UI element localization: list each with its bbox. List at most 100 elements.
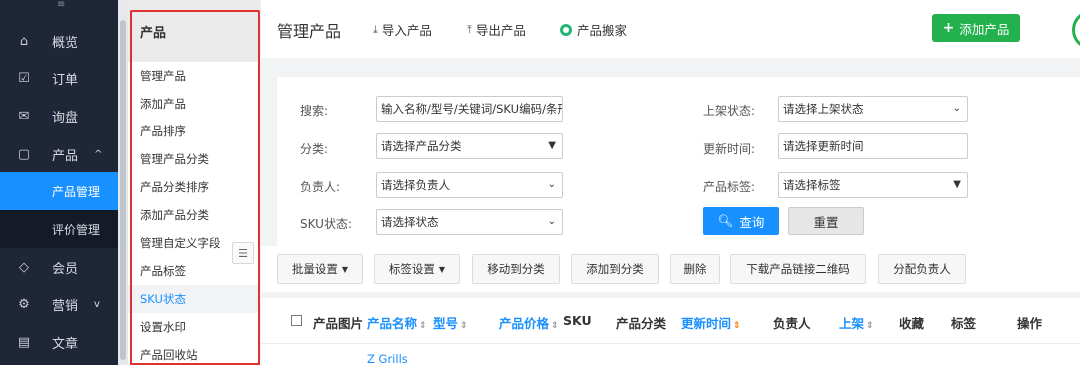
action-toolbar: 批量设置 ▼ 标签设置 ▼ 移动到分类 添加到分类 删除 下载产品链接二维码 分配负…	[261, 246, 1080, 292]
shelf-status-select[interactable]: 请选择上架状态 ⌄	[778, 96, 968, 122]
product-move-link[interactable]: 产品搬家	[560, 20, 627, 39]
search-input[interactable]: 输入名称/型号/关键词/SKU编码/条形	[376, 96, 563, 122]
column-updated-label: 更新时间	[681, 316, 732, 331]
sort-icon: ⇕	[419, 321, 427, 331]
column-sku: SKU	[563, 313, 592, 328]
nav-item-members[interactable]: ◇ 会员	[0, 248, 118, 286]
assign-owner-button[interactable]: 分配负责人	[878, 254, 966, 284]
nav-item-overview[interactable]: ⌂ 概览	[0, 22, 118, 60]
search-icon: 🔍︎	[717, 213, 734, 228]
category-label: 分类:	[300, 142, 329, 156]
download-qr-button[interactable]: 下载产品链接二维码	[730, 254, 866, 284]
submenu-item-add-category[interactable]: 添加产品分类	[128, 201, 260, 229]
filter-panel: 搜索: 输入名称/型号/关键词/SKU编码/条形 分类: 请选择产品分类 ▼ 负…	[277, 77, 1080, 246]
owner-select[interactable]: 请选择负责人 ⌄	[376, 172, 563, 198]
submenu-item-product-sort[interactable]: 产品排序	[128, 117, 260, 145]
import-icon: ⤓	[373, 22, 378, 36]
nav-item-label: 评价管理	[52, 222, 101, 237]
submenu-item-add-product[interactable]: 添加产品	[128, 90, 260, 118]
menu-toggle-icon[interactable]: ≡	[57, 0, 67, 10]
column-model[interactable]: 型号 ⇕	[433, 313, 468, 332]
update-time-input-value: 请选择更新时间	[783, 139, 864, 153]
column-listed[interactable]: 上架 ⇕	[839, 313, 874, 332]
tag-settings-label: 标签设置	[388, 262, 435, 276]
nav-item-orders[interactable]: ☑ 订单	[0, 59, 118, 97]
chevron-down-icon: v	[94, 298, 100, 310]
submenu-item-manage-products[interactable]: 管理产品	[128, 62, 260, 90]
select-all-checkbox[interactable]	[291, 315, 302, 326]
nav-item-inquiry[interactable]: ✉ 询盘	[0, 97, 118, 135]
nav-item-products[interactable]: ▢ 产品 ^	[0, 135, 118, 173]
member-icon: ◇	[19, 259, 29, 275]
column-updated[interactable]: 更新时间 ⇕	[681, 313, 741, 332]
product-tag-select[interactable]: 请选择标签 ▼	[778, 172, 968, 198]
caret-down-icon: ▼	[438, 264, 446, 274]
nav-item-label: 会员	[52, 261, 79, 277]
article-icon: ▤	[17, 334, 31, 350]
add-to-category-button[interactable]: 添加到分类	[571, 254, 659, 284]
submenu-item-recycle-bin[interactable]: 产品回收站	[128, 341, 260, 365]
column-name-label: 产品名称	[367, 316, 418, 331]
caret-down-icon: ▼	[548, 140, 556, 151]
nav-scrollbar-thumb[interactable]	[120, 20, 126, 360]
export-products-link[interactable]: ⤒ 导出产品	[467, 20, 526, 39]
search-label: 搜索:	[300, 104, 329, 118]
import-label: 导入产品	[381, 23, 432, 38]
product-move-icon	[560, 23, 572, 36]
export-label: 导出产品	[475, 23, 526, 38]
column-favorites: 收藏	[899, 316, 925, 331]
column-tags: 标签	[951, 316, 977, 331]
submenu-item-watermark[interactable]: 设置水印	[128, 313, 260, 341]
nav-item-label: 营销	[52, 298, 79, 314]
nav-item-marketing[interactable]: ⚙ 营销 v	[0, 285, 118, 323]
query-button[interactable]: 🔍︎ 查询	[703, 207, 779, 235]
chevron-down-icon: ⌄	[952, 103, 961, 114]
shelf-status-label: 上架状态:	[703, 104, 756, 118]
sort-icon: ⇕	[460, 321, 468, 331]
submenu-item-sku-status[interactable]: SKU状态	[128, 285, 260, 313]
delete-button[interactable]: 删除	[670, 254, 720, 284]
nav-item-review-management[interactable]: 评价管理	[0, 210, 118, 248]
export-icon: ⤒	[467, 22, 472, 36]
category-select[interactable]: 请选择产品分类 ▼	[376, 133, 563, 159]
move-to-category-button[interactable]: 移动到分类	[472, 254, 560, 284]
batch-settings-label: 批量设置	[291, 262, 338, 276]
nav-item-label: 文章	[52, 336, 79, 352]
collapse-submenu-icon[interactable]: ☰	[232, 242, 254, 264]
nav-item-articles[interactable]: ▤ 文章	[0, 323, 118, 361]
column-model-label: 型号	[433, 316, 459, 331]
sort-icon: ⇕	[551, 321, 559, 331]
chevron-up-icon: ^	[94, 148, 103, 160]
product-name-link[interactable]: Z Grills	[367, 352, 408, 365]
batch-settings-button[interactable]: 批量设置 ▼	[277, 254, 363, 284]
submenu-item-manage-categories[interactable]: 管理产品分类	[128, 145, 260, 173]
import-products-link[interactable]: ⤓ 导入产品	[373, 20, 432, 39]
page-title: 管理产品	[277, 22, 342, 41]
product-submenu: 产品 管理产品 添加产品 产品排序 管理产品分类 产品分类排序 添加产品分类 管…	[128, 0, 260, 365]
tag-settings-button[interactable]: 标签设置 ▼	[374, 254, 460, 284]
nav-item-product-management[interactable]: 产品管理	[0, 172, 118, 210]
product-tag-select-value: 请选择标签	[783, 178, 841, 192]
product-icon: ▢	[17, 146, 31, 162]
submenu-item-category-sort[interactable]: 产品分类排序	[128, 173, 260, 201]
sort-icon: ⇕	[866, 321, 874, 331]
chevron-down-icon: ⌄	[547, 216, 556, 227]
main-nav: ≡ ⌂ 概览 ☑ 订单 ✉ 询盘 ▢ 产品 ^ 产品管理 评价管理 ◇ 会员 ⚙…	[0, 0, 128, 365]
sku-status-select[interactable]: 请选择状态 ⌄	[376, 209, 563, 235]
submenu-title: 产品	[140, 26, 167, 41]
product-move-label: 产品搬家	[577, 23, 628, 38]
page-header: 管理产品 ⤓ 导入产品 ⤒ 导出产品 产品搬家 + 添加产品	[261, 0, 1080, 58]
update-time-input[interactable]: 请选择更新时间	[778, 133, 968, 159]
query-label: 查询	[739, 214, 765, 230]
column-price-label: 产品价格	[499, 316, 550, 331]
search-input-text: 输入名称/型号/关键词/SKU编码/条形	[381, 102, 563, 116]
column-name[interactable]: 产品名称 ⇕	[367, 313, 427, 332]
add-product-label: 添加产品	[959, 21, 1010, 37]
add-product-button[interactable]: + 添加产品	[932, 14, 1020, 42]
reset-button[interactable]: 重置	[788, 207, 864, 235]
sku-status-label: SKU状态:	[300, 217, 352, 231]
column-price[interactable]: 产品价格 ⇕	[499, 313, 559, 332]
caret-down-icon: ▼	[341, 264, 349, 274]
owner-select-value: 请选择负责人	[381, 178, 450, 192]
chevron-down-icon: ⌄	[547, 179, 556, 190]
